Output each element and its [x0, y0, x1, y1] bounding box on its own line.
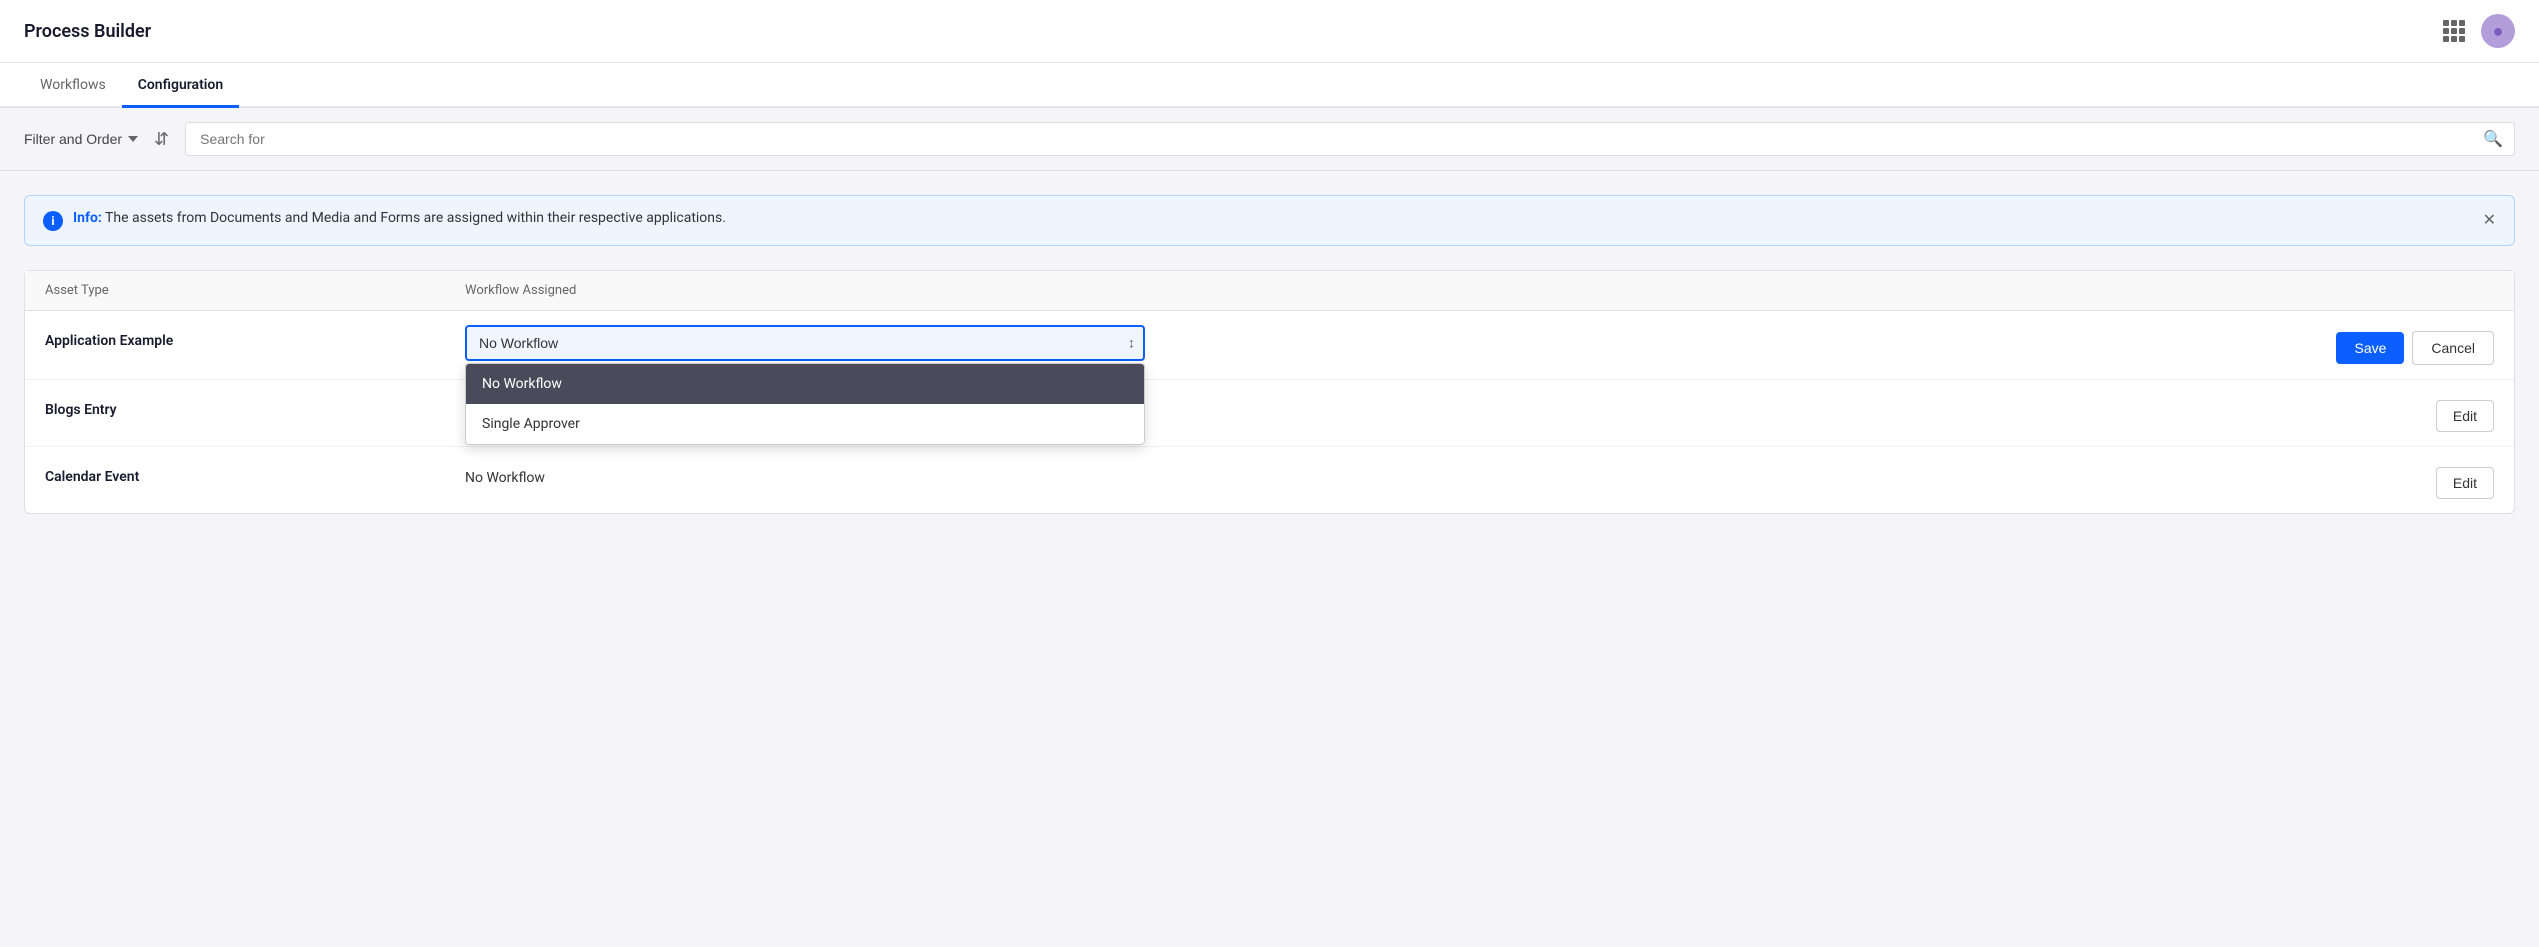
asset-name: Calendar Event: [45, 461, 465, 485]
workflow-select-wrapper: No Workflow Single Approver ↕ No Workflo…: [465, 325, 1145, 361]
table-header: Asset Type Workflow Assigned: [25, 271, 2514, 311]
search-button[interactable]: 🔍: [2483, 129, 2503, 149]
row-actions: Edit: [2416, 394, 2494, 432]
row-actions: Save Cancel: [2316, 325, 2494, 365]
workflow-select[interactable]: No Workflow Single Approver: [465, 325, 1145, 361]
chevron-down-icon: [128, 136, 138, 142]
info-close-button[interactable]: ✕: [2483, 210, 2496, 230]
asset-name: Application Example: [45, 325, 465, 349]
edit-button[interactable]: Edit: [2436, 400, 2494, 432]
info-banner: i Info: The assets from Documents and Me…: [24, 195, 2515, 246]
asset-name: Blogs Entry: [45, 394, 465, 418]
table-row: Blogs Entry No Workflow Edit: [25, 380, 2514, 447]
edit-button[interactable]: Edit: [2436, 467, 2494, 499]
app-header: Process Builder ●: [0, 0, 2539, 63]
workflow-cell: No Workflow Single Approver ↕ No Workflo…: [465, 325, 2316, 361]
info-icon: i: [43, 211, 63, 231]
header-actions: ●: [2443, 14, 2515, 48]
app-title: Process Builder: [24, 21, 151, 42]
sort-icon[interactable]: ⇵: [154, 129, 169, 150]
tab-workflows[interactable]: Workflows: [24, 63, 122, 108]
asset-workflow-table: Asset Type Workflow Assigned Application…: [24, 270, 2515, 514]
search-container: 🔍: [185, 122, 2515, 156]
search-input[interactable]: [185, 122, 2515, 156]
column-asset-type: Asset Type: [45, 283, 465, 298]
toolbar: Filter and Order ⇵ 🔍: [0, 108, 2539, 171]
main-content: i Info: The assets from Documents and Me…: [0, 171, 2539, 538]
workflow-dropdown: No Workflow Single Approver: [465, 363, 1145, 445]
dropdown-item-no-workflow[interactable]: No Workflow: [466, 364, 1144, 404]
grid-menu-icon[interactable]: [2443, 20, 2465, 42]
tabs-bar: Workflows Configuration: [0, 63, 2539, 108]
column-workflow-assigned: Workflow Assigned: [465, 283, 2494, 298]
table-row: Application Example No Workflow Single A…: [25, 311, 2514, 380]
tab-configuration[interactable]: Configuration: [122, 63, 239, 108]
row-actions: Edit: [2416, 461, 2494, 499]
filter-order-button[interactable]: Filter and Order: [24, 131, 138, 147]
info-banner-content: i Info: The assets from Documents and Me…: [43, 210, 726, 231]
info-banner-text: Info: The assets from Documents and Medi…: [73, 210, 726, 226]
avatar-icon: ●: [2493, 21, 2504, 42]
workflow-value: No Workflow: [465, 461, 2416, 486]
save-button[interactable]: Save: [2336, 332, 2404, 364]
user-avatar[interactable]: ●: [2481, 14, 2515, 48]
cancel-button[interactable]: Cancel: [2412, 331, 2494, 365]
table-row: Calendar Event No Workflow Edit: [25, 447, 2514, 513]
dropdown-item-single-approver[interactable]: Single Approver: [466, 404, 1144, 444]
